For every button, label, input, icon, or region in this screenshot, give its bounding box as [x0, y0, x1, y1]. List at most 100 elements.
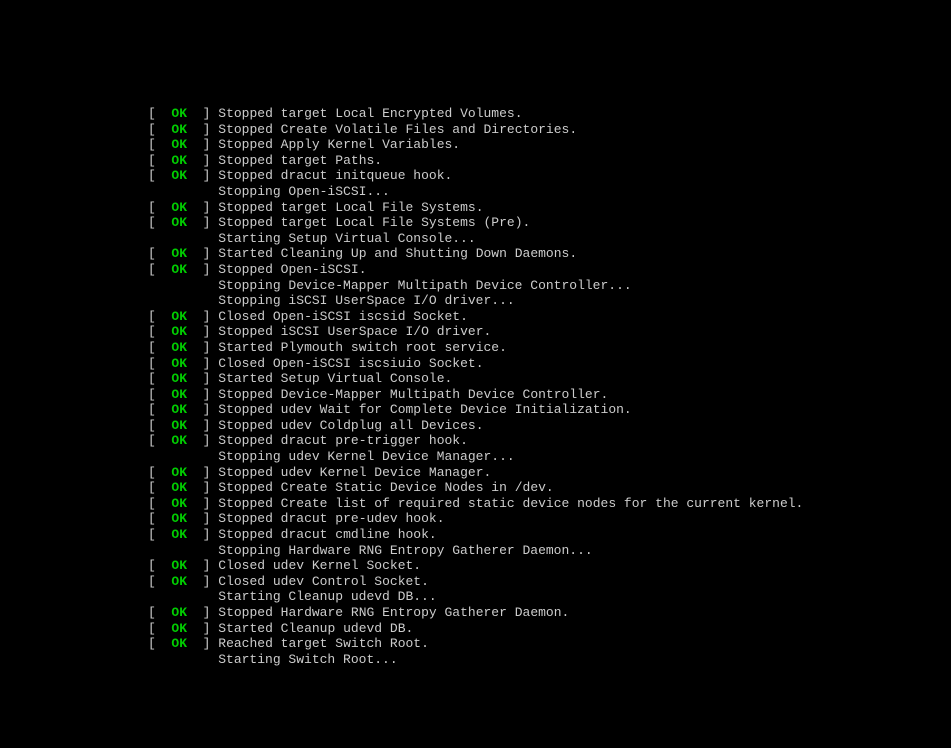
status-pad	[187, 574, 203, 590]
spacer	[210, 309, 218, 325]
boot-message: Closed udev Kernel Socket.	[218, 558, 421, 574]
status-ok: OK	[171, 465, 187, 481]
indent	[148, 184, 218, 200]
boot-message: Stopped target Local Encrypted Volumes.	[218, 106, 522, 122]
boot-line: Stopping Device-Mapper Multipath Device …	[148, 278, 951, 294]
bracket-open: [	[148, 246, 156, 262]
bracket-open: [	[148, 496, 156, 512]
boot-line: [ OK ] Stopped dracut initqueue hook.	[148, 168, 951, 184]
spacer	[210, 246, 218, 262]
boot-message: Stopping Hardware RNG Entropy Gatherer D…	[218, 543, 592, 559]
bracket-close: ]	[203, 122, 211, 138]
boot-line: [ OK ] Stopped Hardware RNG Entropy Gath…	[148, 605, 951, 621]
boot-message: Started Setup Virtual Console.	[218, 371, 452, 387]
bracket-close: ]	[203, 246, 211, 262]
bracket-close: ]	[203, 200, 211, 216]
status-pad	[187, 356, 203, 372]
status-pad	[156, 324, 172, 340]
indent	[148, 543, 218, 559]
boot-line: [ OK ] Closed udev Control Socket.	[148, 574, 951, 590]
bracket-close: ]	[203, 309, 211, 325]
boot-message: Started Cleaning Up and Shutting Down Da…	[218, 246, 577, 262]
status-ok: OK	[171, 168, 187, 184]
boot-line: Starting Switch Root...	[148, 652, 951, 668]
bracket-open: [	[148, 433, 156, 449]
status-pad	[187, 511, 203, 527]
status-pad	[187, 605, 203, 621]
bracket-open: [	[148, 215, 156, 231]
boot-line: [ OK ] Stopped Apply Kernel Variables.	[148, 137, 951, 153]
status-pad	[187, 246, 203, 262]
boot-message: Stopped dracut cmdline hook.	[218, 527, 436, 543]
boot-line: Stopping Open-iSCSI...	[148, 184, 951, 200]
boot-message: Started Plymouth switch root service.	[218, 340, 507, 356]
bracket-close: ]	[203, 605, 211, 621]
boot-message: Stopping Device-Mapper Multipath Device …	[218, 278, 631, 294]
spacer	[210, 574, 218, 590]
status-pad	[156, 168, 172, 184]
bracket-open: [	[148, 356, 156, 372]
spacer	[210, 605, 218, 621]
spacer	[210, 371, 218, 387]
bracket-close: ]	[203, 262, 211, 278]
boot-line: [ OK ] Stopped Create list of required s…	[148, 496, 951, 512]
status-pad	[187, 636, 203, 652]
spacer	[210, 122, 218, 138]
status-ok: OK	[171, 418, 187, 434]
boot-line: Stopping Hardware RNG Entropy Gatherer D…	[148, 543, 951, 559]
spacer	[210, 200, 218, 216]
bracket-open: [	[148, 200, 156, 216]
boot-message: Stopped Create Static Device Nodes in /d…	[218, 480, 553, 496]
status-pad	[187, 168, 203, 184]
boot-message: Stopped dracut pre-udev hook.	[218, 511, 444, 527]
bracket-close: ]	[203, 340, 211, 356]
boot-message: Stopped dracut initqueue hook.	[218, 168, 452, 184]
status-ok: OK	[171, 402, 187, 418]
boot-line: [ OK ] Stopped dracut pre-udev hook.	[148, 511, 951, 527]
bracket-open: [	[148, 511, 156, 527]
status-pad	[187, 527, 203, 543]
status-pad	[156, 621, 172, 637]
bracket-close: ]	[203, 511, 211, 527]
status-pad	[187, 262, 203, 278]
boot-console: [ OK ] Stopped target Local Encrypted Vo…	[0, 0, 951, 667]
status-pad	[187, 480, 203, 496]
status-pad	[156, 122, 172, 138]
indent	[148, 589, 218, 605]
status-ok: OK	[171, 511, 187, 527]
boot-line: [ OK ] Started Plymouth switch root serv…	[148, 340, 951, 356]
status-pad	[187, 153, 203, 169]
status-ok: OK	[171, 433, 187, 449]
boot-message: Stopped target Local File Systems.	[218, 200, 483, 216]
boot-message: Closed Open-iSCSI iscsid Socket.	[218, 309, 468, 325]
boot-message: Starting Switch Root...	[218, 652, 397, 668]
boot-line: [ OK ] Started Cleaning Up and Shutting …	[148, 246, 951, 262]
spacer	[210, 418, 218, 434]
boot-line: [ OK ] Stopped Create Static Device Node…	[148, 480, 951, 496]
boot-line: [ OK ] Started Setup Virtual Console.	[148, 371, 951, 387]
boot-line: [ OK ] Stopped Create Volatile Files and…	[148, 122, 951, 138]
bracket-open: [	[148, 168, 156, 184]
boot-line: [ OK ] Stopped target Local File Systems…	[148, 215, 951, 231]
status-pad	[156, 402, 172, 418]
boot-message: Stopped Open-iSCSI.	[218, 262, 366, 278]
status-ok: OK	[171, 574, 187, 590]
boot-line: [ OK ] Stopped udev Kernel Device Manage…	[148, 465, 951, 481]
status-pad	[187, 324, 203, 340]
bracket-close: ]	[203, 153, 211, 169]
bracket-close: ]	[203, 168, 211, 184]
indent	[148, 652, 218, 668]
bracket-open: [	[148, 153, 156, 169]
status-pad	[187, 465, 203, 481]
boot-message: Stopping iSCSI UserSpace I/O driver...	[218, 293, 514, 309]
status-pad	[156, 511, 172, 527]
bracket-open: [	[148, 480, 156, 496]
status-pad	[156, 433, 172, 449]
bracket-close: ]	[203, 574, 211, 590]
spacer	[210, 106, 218, 122]
boot-line: [ OK ] Stopped target Local File Systems…	[148, 200, 951, 216]
status-ok: OK	[171, 309, 187, 325]
boot-line: Starting Setup Virtual Console...	[148, 231, 951, 247]
boot-message: Stopped Create Volatile Files and Direct…	[218, 122, 577, 138]
bracket-open: [	[148, 309, 156, 325]
